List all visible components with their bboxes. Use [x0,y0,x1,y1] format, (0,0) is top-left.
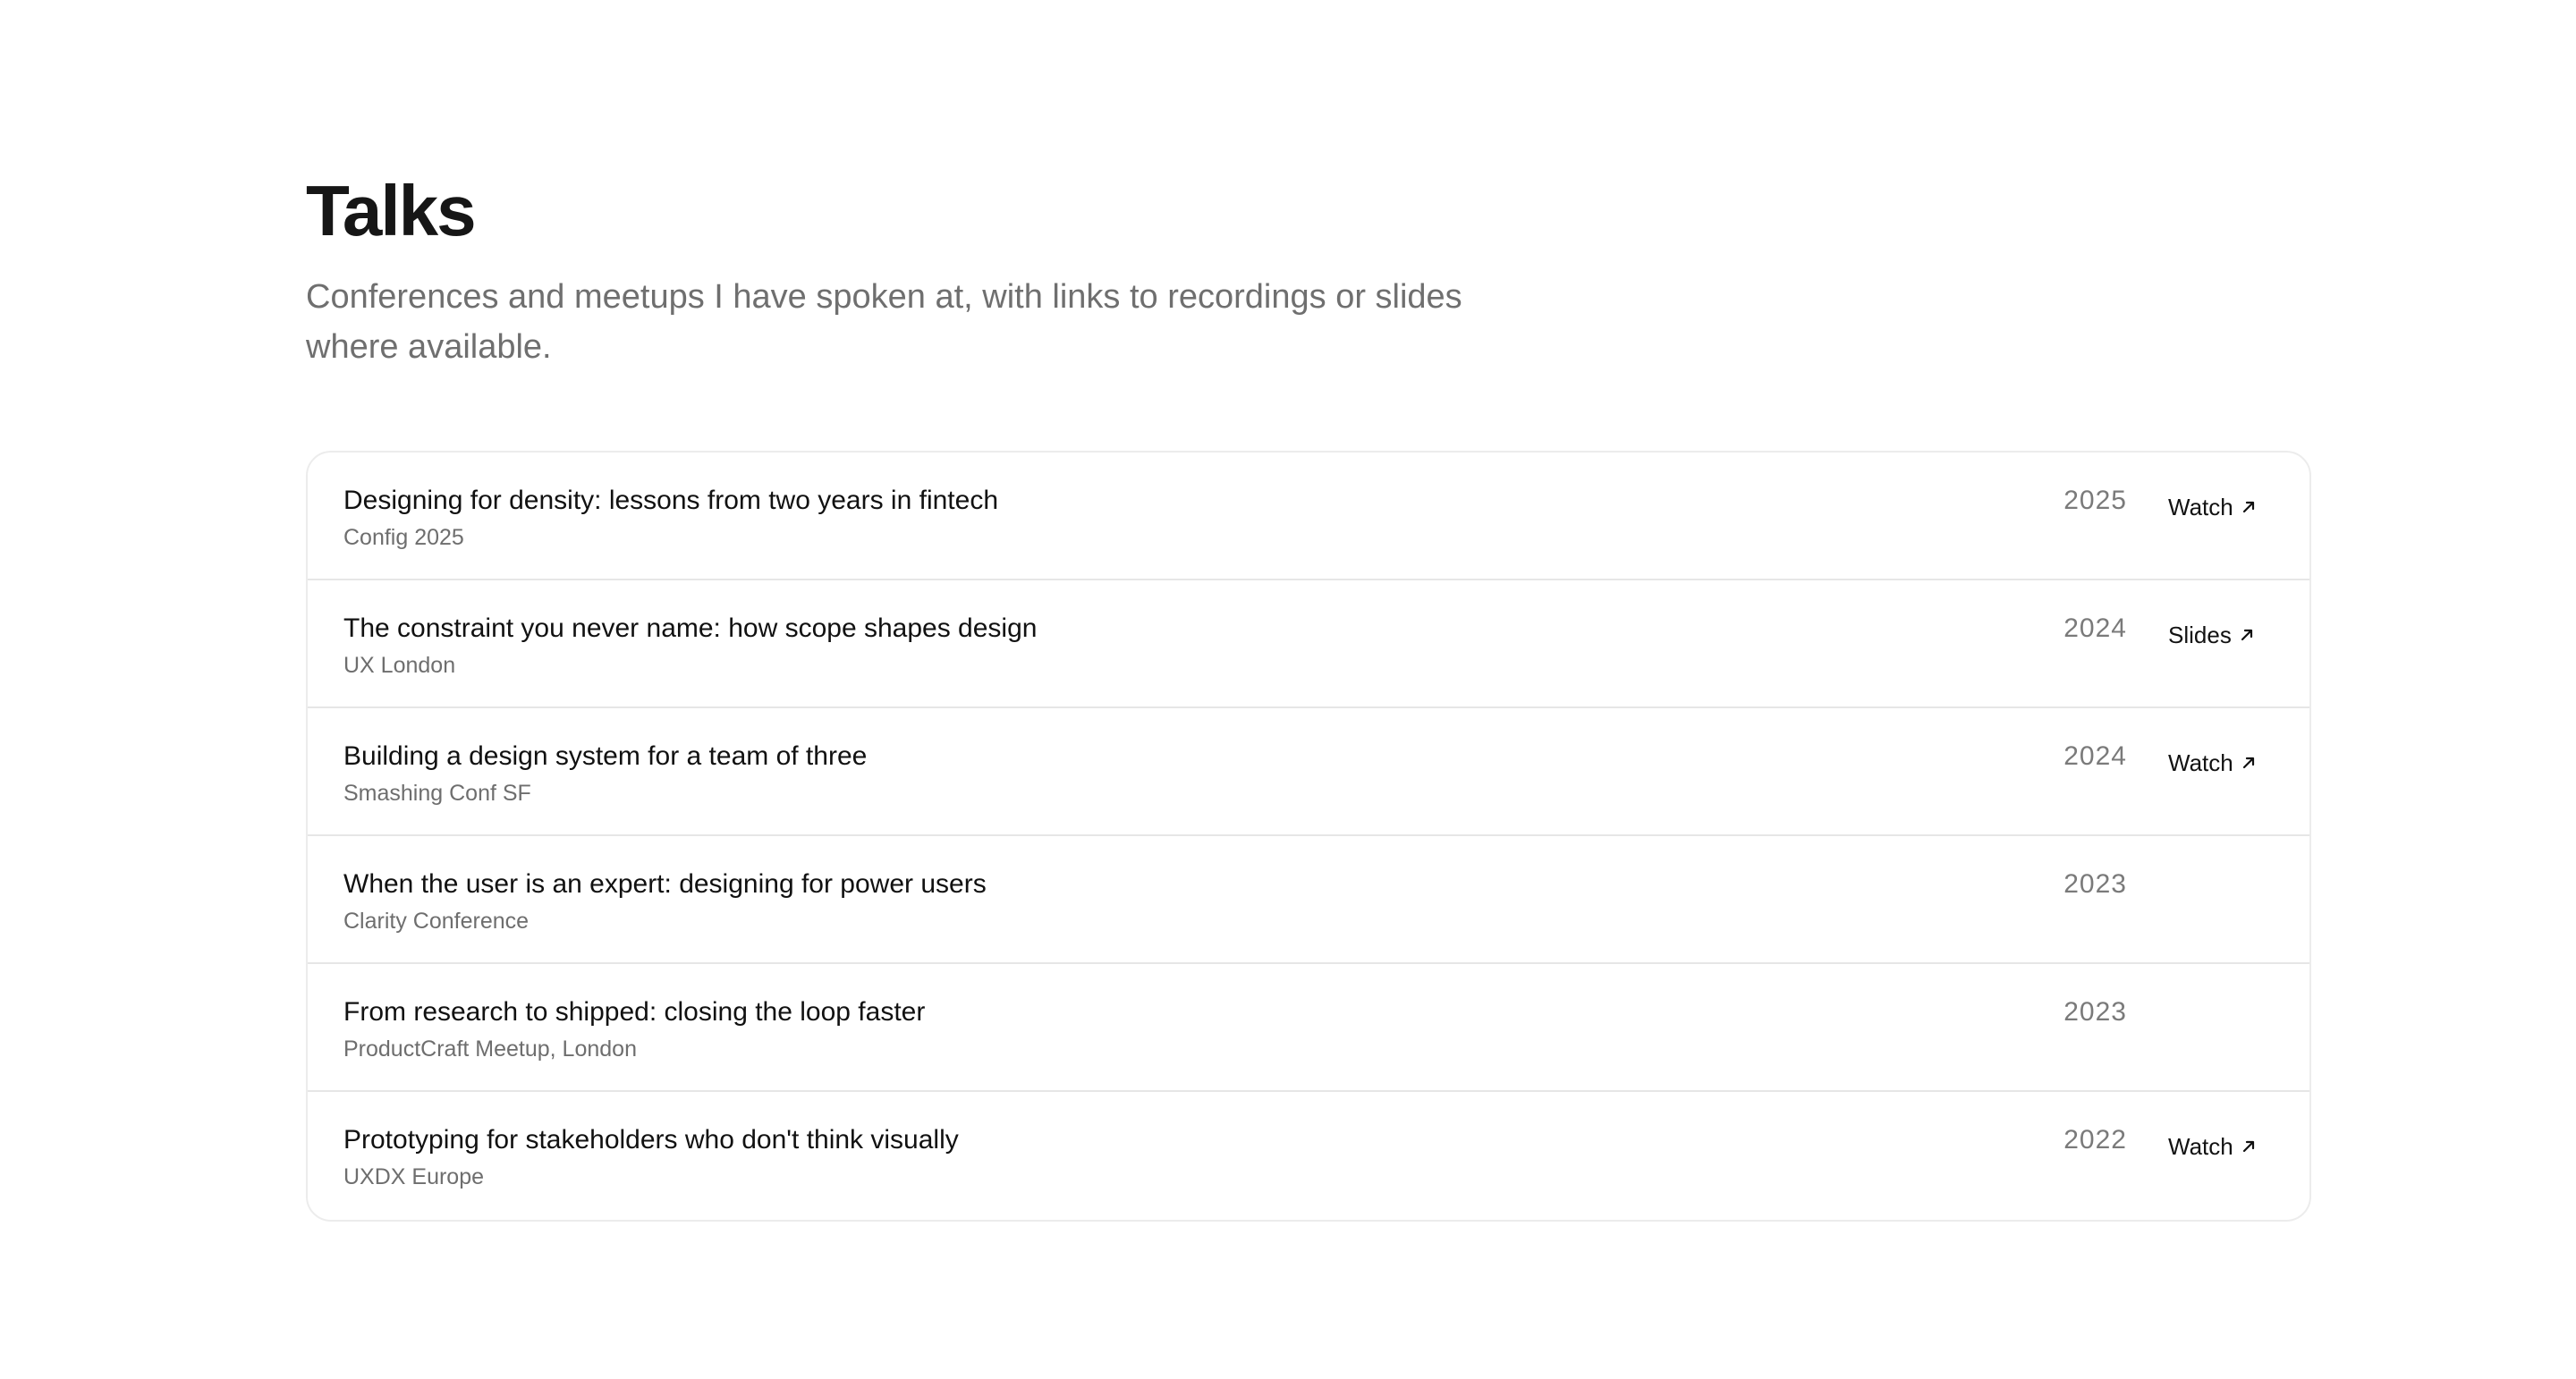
talk-year: 2023 [2063,997,2127,1027]
watch-link-label: Watch [2168,1133,2233,1160]
talk-event: Clarity Conference [343,909,530,934]
talk-row: When the user is an expert: designing fo… [308,836,2309,964]
watch-link-label: Watch [2168,749,2233,776]
arrow-up-right-icon [2241,1138,2257,1155]
talk-event: UXDX Europe [343,1164,485,1189]
talk-row: Designing for density: lessons from two … [308,453,2309,580]
talk-event: Smashing Conf SF [343,781,531,806]
talk-event: UX London [343,653,456,678]
talks-page: Talks Conferences and meetups I have spo… [306,170,2311,1222]
arrow-up-right-icon [2239,627,2255,643]
talk-row: Building a design system for a team of t… [308,708,2309,836]
watch-link-label: Watch [2168,494,2233,520]
slides-link-label: Slides [2168,622,2232,648]
talk-title: The constraint you never name: how scope… [343,613,1038,643]
talk-year: 2022 [2063,1125,2127,1155]
talk-event: ProductCraft Meetup, London [343,1036,637,1062]
talk-event: Config 2025 [343,525,464,550]
talk-row: From research to shipped: closing the lo… [308,964,2309,1092]
talk-row: Prototyping for stakeholders who don't t… [308,1092,2309,1220]
talk-year: 2023 [2063,869,2127,899]
talk-title: Designing for density: lessons from two … [343,486,998,515]
slides-link[interactable]: Slides [2168,620,2255,650]
watch-link[interactable]: Watch [2168,492,2257,522]
talk-year: 2024 [2063,741,2127,771]
arrow-up-right-icon [2241,499,2257,515]
watch-link[interactable]: Watch [2168,748,2257,778]
arrow-up-right-icon [2241,755,2257,771]
page-title: Talks [306,171,477,250]
talks-list: Designing for density: lessons from two … [306,451,2311,1222]
talk-title: Building a design system for a team of t… [343,741,868,771]
watch-link[interactable]: Watch [2168,1131,2257,1162]
talk-title: Prototyping for stakeholders who don't t… [343,1125,959,1155]
talk-title: When the user is an expert: designing fo… [343,869,987,899]
talk-year: 2025 [2063,486,2127,515]
talk-year: 2024 [2063,613,2127,643]
talk-row: The constraint you never name: how scope… [308,580,2309,708]
talk-title: From research to shipped: closing the lo… [343,997,926,1027]
page-subtitle: Conferences and meetups I have spoken at… [306,278,1462,366]
